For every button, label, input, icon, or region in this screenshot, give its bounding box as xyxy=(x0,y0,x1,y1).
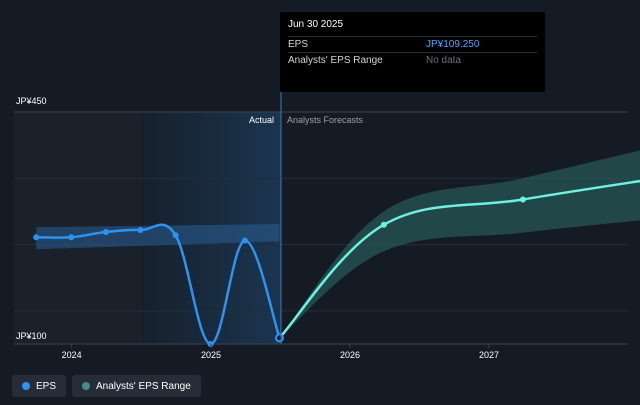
eps-point xyxy=(241,237,248,244)
tooltip-range-value: No data xyxy=(426,55,462,66)
tooltip: Jun 30 2025 EPS JP¥109.250 Analysts' EPS… xyxy=(280,12,545,92)
legend-eps-label: EPS xyxy=(36,380,57,392)
y-tick-label-bottom: JP¥100 xyxy=(16,331,47,341)
legend-item-eps[interactable]: EPS xyxy=(12,375,67,397)
tooltip-date: Jun 30 2025 xyxy=(288,19,344,30)
y-tick-label-top: JP¥450 xyxy=(16,96,47,106)
eps-point xyxy=(172,232,179,239)
tooltip-range-row: Analysts' EPS Range No data xyxy=(288,52,537,68)
legend-eps-swatch xyxy=(22,382,30,390)
eps-point xyxy=(33,234,40,241)
x-tick-label: 2024 xyxy=(62,350,82,360)
eps-point xyxy=(137,227,144,233)
x-axis-ticks: 2024 2025 2026 2027 xyxy=(62,344,499,360)
eps-range-band xyxy=(279,150,640,338)
legend: EPS Analysts' EPS Range xyxy=(12,375,201,397)
tooltip-eps-row: EPS JP¥109.250 xyxy=(288,36,537,52)
tooltip-eps-value: JP¥109.250 xyxy=(426,39,480,50)
x-tick-label: 2025 xyxy=(201,350,221,360)
legend-item-range[interactable]: Analysts' EPS Range xyxy=(72,375,201,397)
eps-point xyxy=(519,196,526,203)
x-tick-label: 2027 xyxy=(479,350,499,360)
tooltip-range-label: Analysts' EPS Range xyxy=(288,55,383,66)
legend-range-swatch xyxy=(82,382,91,390)
actual-label: Actual xyxy=(249,115,274,125)
forecast-label: Analysts Forecasts xyxy=(287,115,364,125)
eps-point xyxy=(275,333,284,343)
eps-point xyxy=(68,234,75,241)
eps-point xyxy=(380,221,387,228)
eps-point xyxy=(102,229,109,235)
legend-range-label: Analysts' EPS Range xyxy=(96,380,191,392)
tooltip-eps-label: EPS xyxy=(288,39,309,50)
x-tick-label: 2026 xyxy=(340,350,360,360)
